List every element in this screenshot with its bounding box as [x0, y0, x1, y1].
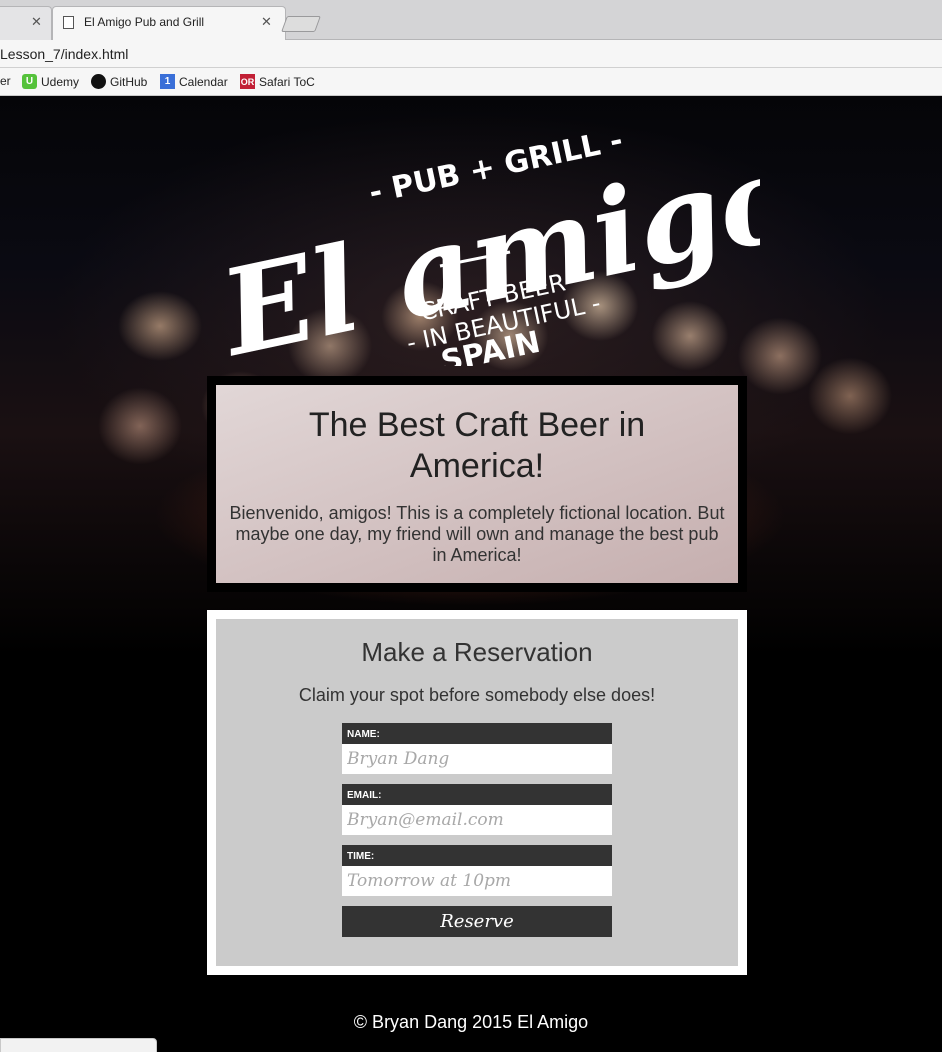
bookmarks-bar: er U Udemy GitHub 1 Calendar OR Safari T… [0, 68, 942, 96]
page-content: - PUB + GRILL - El amigo CRAFT BEER - IN… [0, 96, 942, 1052]
reservation-box: Make a Reservation Claim your spot befor… [207, 610, 747, 975]
udemy-icon: U [22, 74, 37, 89]
status-bar [0, 1038, 157, 1052]
close-tab-icon[interactable]: ✕ [261, 14, 272, 30]
el-amigo-logo: - PUB + GRILL - El amigo CRAFT BEER - IN… [200, 96, 810, 383]
page-icon [63, 16, 74, 29]
calendar-icon: 1 [160, 74, 175, 89]
bookmark-label: Calendar [179, 74, 228, 89]
time-label: TIME: [342, 845, 612, 866]
email-field-group: EMAIL: [342, 784, 612, 835]
intro-box: The Best Craft Beer in America! Bienveni… [207, 376, 747, 592]
reservation-form: NAME: EMAIL: TIME: Reserve [342, 723, 612, 937]
reservation-subheading: Claim your spot before somebody else doe… [298, 685, 656, 705]
bookmark-label: Safari ToC [259, 74, 315, 89]
reservation-heading: Make a Reservation [361, 637, 593, 667]
bookmark-label: er [0, 74, 11, 88]
github-icon [91, 74, 106, 89]
intro-inner: The Best Craft Beer in America! Bienveni… [216, 385, 738, 583]
name-input[interactable] [342, 744, 612, 774]
name-field-group: NAME: [342, 723, 612, 774]
name-label: NAME: [342, 723, 612, 744]
safari-toc-icon: OR [240, 74, 255, 89]
time-field-group: TIME: [342, 845, 612, 896]
tab-title: El Amigo Pub and Grill [84, 15, 205, 29]
footer-copyright: © Bryan Dang 2015 El Amigo [353, 1012, 589, 1032]
tab-strip: ✕ El Amigo Pub and Grill ✕ [0, 0, 942, 40]
bookmark-calendar[interactable]: 1 Calendar [160, 74, 228, 89]
bookmark-github[interactable]: GitHub [91, 74, 147, 89]
bookmark-label: GitHub [110, 74, 148, 89]
intro-heading: The Best Craft Beer in America! [308, 406, 646, 485]
tab-previous[interactable]: ✕ [0, 6, 52, 40]
reserve-button[interactable]: Reserve [342, 906, 612, 937]
bookmark-udemy[interactable]: U Udemy [22, 74, 79, 89]
close-tab-icon[interactable]: ✕ [31, 14, 42, 30]
intro-text: Bienvenido, amigos! This is a completely… [229, 503, 725, 565]
address-bar[interactable]: Lesson_7/index.html [0, 40, 942, 68]
bookmark-safari-toc[interactable]: OR Safari ToC [240, 74, 315, 89]
email-input[interactable] [342, 805, 612, 835]
email-label: EMAIL: [342, 784, 612, 805]
bookmark-partial[interactable]: er [0, 74, 11, 88]
new-tab-button[interactable] [281, 16, 321, 32]
time-input[interactable] [342, 866, 612, 896]
tab-el-amigo[interactable]: El Amigo Pub and Grill ✕ [52, 6, 286, 40]
url-text: Lesson_7/index.html [0, 46, 129, 62]
bookmark-label: Udemy [41, 74, 80, 89]
reservation-panel: Make a Reservation Claim your spot befor… [216, 619, 738, 966]
